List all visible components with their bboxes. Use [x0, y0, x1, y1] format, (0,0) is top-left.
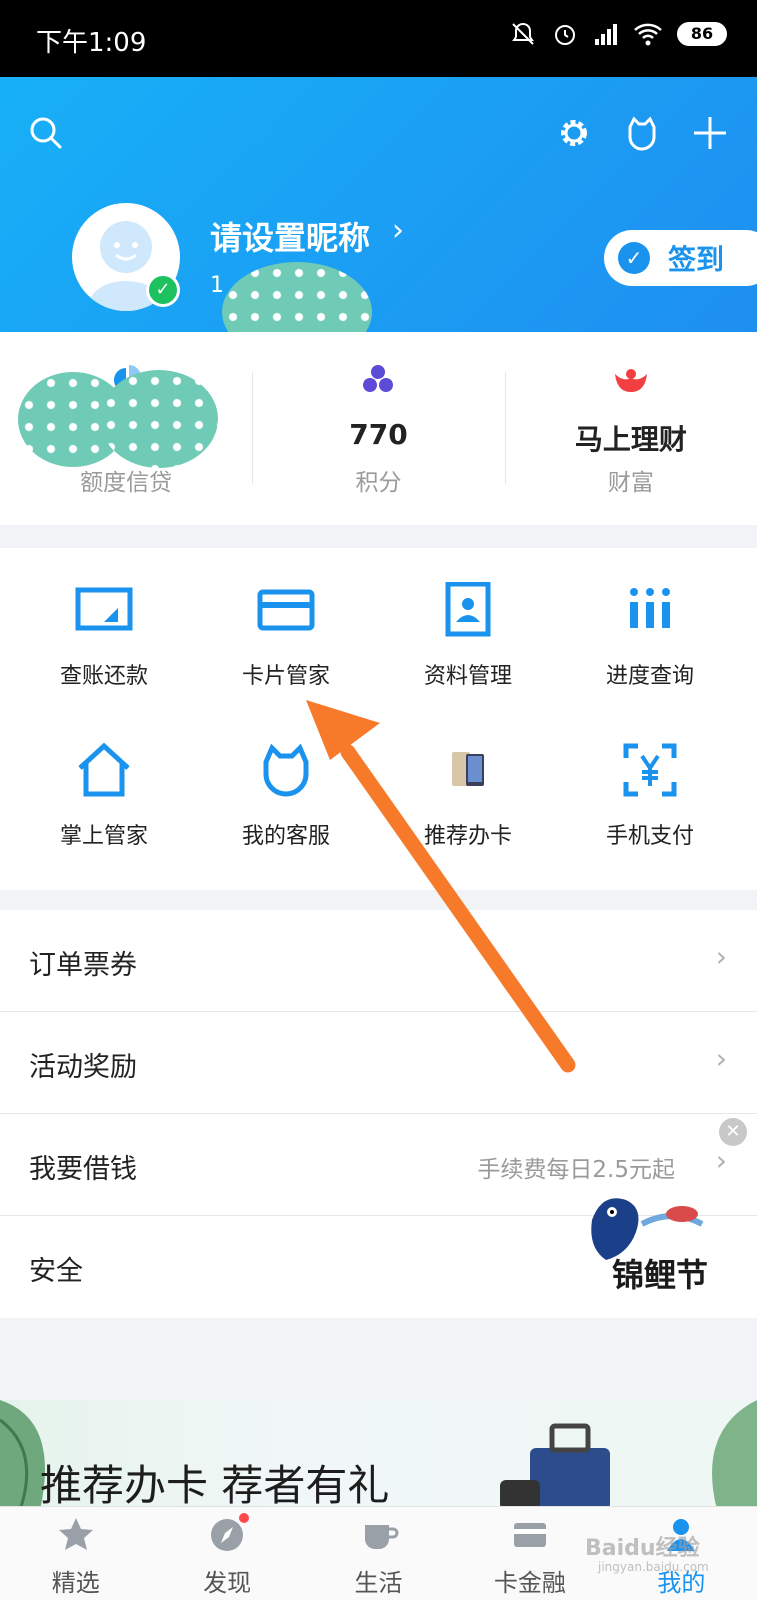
list-hint: 手续费每日2.5元起: [477, 1157, 675, 1183]
grid-item-home[interactable]: 掌上管家: [14, 708, 194, 849]
tab-featured[interactable]: 精选: [0, 1507, 151, 1600]
stat-wealth[interactable]: 马上理财 财富: [504, 332, 757, 525]
wifi-icon: [634, 23, 662, 46]
chevron-right-icon: ›: [715, 940, 727, 973]
baidu-watermark-url: jingyan.baidu.com: [598, 1560, 709, 1574]
stat-label: 财富: [607, 470, 654, 496]
verified-check-icon: ✓: [146, 273, 180, 307]
tab-label: 生活: [354, 1569, 403, 1597]
grid-label: 卡片管家: [241, 664, 330, 689]
cup-icon: [364, 1525, 398, 1549]
wealth-icon: [614, 369, 647, 392]
bill-icon: [75, 587, 133, 631]
grid-label: 我的客服: [241, 824, 330, 849]
scan-pay-icon: [623, 743, 677, 797]
banner-title: 推荐办卡 荐者有礼: [40, 1461, 390, 1510]
grid-label: 资料管理: [423, 664, 512, 689]
grid-label: 推荐办卡: [423, 824, 512, 849]
star-icon: [58, 1518, 93, 1550]
koi-festival-badge[interactable]: 锦鲤节: [582, 1190, 742, 1300]
nickname[interactable]: 请设置昵称: [210, 213, 370, 259]
tab-label: 精选: [51, 1569, 100, 1597]
stats-row: 0 额度信贷 770 积分 马上理财 财富: [0, 332, 757, 525]
stat-label: 积分: [355, 470, 402, 496]
list-item-rewards[interactable]: 活动奖励 ›: [0, 1012, 757, 1114]
palm-decoration-icon: [712, 1400, 757, 1510]
card-icon: [257, 589, 315, 631]
grid-label: 手机支付: [605, 824, 694, 849]
stat-label: 额度信贷: [80, 470, 173, 496]
suitcase-icon: [500, 1423, 610, 1510]
grid-item-bill[interactable]: 查账还款: [14, 548, 194, 689]
status-bar: 下午1:09 86: [0, 0, 757, 77]
checkin-button[interactable]: ✓ 签到: [604, 230, 757, 286]
signal-icon: [595, 24, 617, 45]
tab-life[interactable]: 生活: [303, 1507, 454, 1600]
status-icons: 86: [509, 20, 727, 48]
mute-icon: [512, 22, 534, 45]
tab-card-finance[interactable]: 卡金融: [454, 1507, 605, 1600]
notification-dot: [239, 1513, 250, 1523]
list-label: 订单票券: [29, 950, 137, 981]
phones-icon: [452, 752, 484, 786]
points-circles-icon: [363, 365, 394, 392]
card-icon: [513, 1523, 546, 1547]
grid-item-apply-card[interactable]: 推荐办卡: [378, 708, 558, 849]
grid-item-card[interactable]: 卡片管家: [196, 548, 376, 689]
grid-item-service[interactable]: 我的客服: [196, 708, 376, 849]
list-label: 我要借钱: [29, 1154, 137, 1185]
chevron-right-icon: ›: [715, 1042, 727, 1075]
service-grid: 查账还款 卡片管家 资料管理 进度查询 掌上管家 我的客服 推荐办卡 手机支付: [0, 548, 757, 890]
profile-icon: [445, 582, 491, 637]
grid-label: 查账还款: [59, 664, 148, 689]
tab-discover[interactable]: 发现: [151, 1507, 302, 1600]
profile-header: ✓ 请设置昵称 › 1 ✓ 签到: [0, 77, 757, 362]
stat-value: 马上理财: [574, 423, 687, 456]
stat-points[interactable]: 770 积分: [252, 332, 504, 525]
chevron-right-icon: ›: [715, 1144, 727, 1177]
service-icon: [263, 743, 309, 797]
grid-label: 掌上管家: [59, 824, 148, 849]
koi-label: 锦鲤节: [612, 1256, 709, 1294]
list-item-orders[interactable]: 订单票券 ›: [0, 910, 757, 1012]
search-icon[interactable]: [26, 113, 66, 153]
tab-label: 发现: [203, 1569, 252, 1597]
checkin-check-icon: ✓: [618, 242, 650, 274]
list-label: 安全: [29, 1256, 83, 1287]
settings-gear-icon[interactable]: [554, 113, 594, 153]
stat-value: 770: [349, 418, 408, 451]
list-label: 活动奖励: [29, 1052, 137, 1083]
checkin-label: 签到: [668, 243, 725, 276]
home-icon: [78, 742, 130, 797]
battery-indicator: 86: [677, 22, 727, 46]
status-time: 下午1:09: [36, 28, 147, 58]
phone-number: 1: [210, 273, 224, 298]
progress-icon: [630, 588, 670, 628]
baidu-watermark: Baidu经验: [585, 1536, 700, 1561]
chevron-right-icon: ›: [392, 213, 404, 248]
grid-item-profile[interactable]: 资料管理: [378, 548, 558, 689]
grid-item-progress[interactable]: 进度查询: [560, 548, 740, 689]
close-icon[interactable]: ✕: [719, 1118, 747, 1146]
alarm-icon: [555, 25, 575, 45]
grid-label: 进度查询: [605, 664, 694, 689]
grid-item-mobile-pay[interactable]: 手机支付: [560, 708, 740, 849]
tab-label: 卡金融: [493, 1569, 566, 1597]
add-plus-icon[interactable]: [690, 113, 730, 153]
promo-banner[interactable]: 推荐办卡 荐者有礼: [0, 1400, 757, 1510]
customer-service-icon[interactable]: [622, 113, 662, 153]
redaction-blur: [100, 370, 218, 468]
